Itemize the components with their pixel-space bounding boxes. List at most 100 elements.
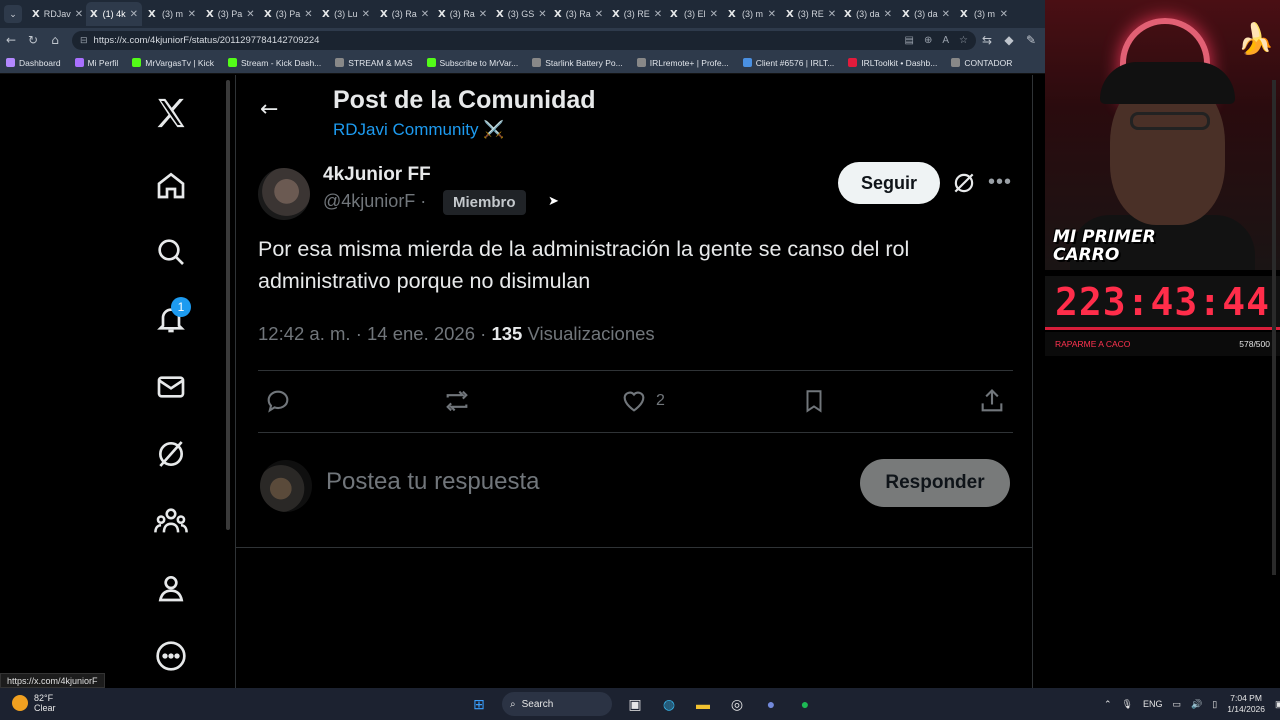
browser-tab[interactable]: X (3) Pa ✕ (260, 2, 316, 26)
obs-icon[interactable]: ◎ (726, 693, 748, 715)
grok-nav-icon[interactable] (151, 434, 191, 474)
browser-tab[interactable]: X RDJav ✕ (28, 2, 84, 26)
my-avatar[interactable] (260, 460, 312, 512)
x-logo-icon[interactable] (151, 93, 191, 133)
search-nav-icon[interactable] (151, 232, 191, 272)
bookmark-item[interactable]: STREAM & MAS (335, 58, 413, 68)
more-options-icon[interactable]: ••• (988, 171, 1012, 194)
right-scrollbar[interactable] (1272, 80, 1276, 575)
weather-widget[interactable]: 82°F Clear (12, 693, 56, 713)
communities-nav-icon[interactable] (151, 501, 191, 541)
windows-start-icon[interactable]: ⊞ (468, 693, 490, 715)
address-bar[interactable]: ⊟ https://x.com/4kjuniorF/status/2011297… (72, 30, 976, 50)
bookmark-item[interactable]: IRLToolkit • Dashb... (848, 58, 937, 68)
back-arrow-icon[interactable]: ← (260, 97, 278, 122)
close-tab-icon[interactable]: ✕ (75, 9, 83, 20)
network-icon[interactable]: ▭ (1173, 699, 1182, 710)
author-name[interactable]: 4kJunior FF (323, 164, 431, 186)
bookmark-item[interactable]: Starlink Battery Po... (532, 58, 623, 68)
home-nav-icon[interactable] (151, 165, 191, 205)
edit-icon[interactable]: ✎ (1020, 33, 1042, 47)
bookmark-item[interactable]: Dashboard (6, 58, 61, 68)
close-tab-icon[interactable]: ✕ (768, 9, 776, 20)
share-action[interactable] (978, 387, 1006, 415)
follow-button[interactable]: Seguir (838, 162, 940, 204)
wallet-icon[interactable]: ◆ (998, 33, 1020, 47)
browser-tab[interactable]: X (3) GS ✕ (492, 2, 548, 26)
close-tab-icon[interactable]: ✕ (246, 9, 254, 20)
browser-tab[interactable]: X (3) Pa ✕ (202, 2, 258, 26)
repost-action[interactable] (442, 387, 472, 415)
clock[interactable]: 7:04 PM 1/14/2026 (1227, 693, 1265, 715)
close-tab-icon[interactable]: ✕ (304, 9, 312, 20)
task-view-icon[interactable]: ▣ (624, 693, 646, 715)
spotify-icon[interactable]: ● (794, 693, 816, 715)
taskbar-search[interactable]: ⌕ Search (502, 692, 612, 716)
edge-browser-icon[interactable]: ◍ (658, 693, 680, 715)
close-tab-icon[interactable]: ✕ (884, 9, 892, 20)
battery-icon[interactable]: ▯ (1212, 699, 1217, 710)
notification-center-icon[interactable]: ▣ (1275, 699, 1280, 710)
close-tab-icon[interactable]: ✕ (130, 9, 138, 20)
close-tab-icon[interactable]: ✕ (479, 9, 487, 20)
browser-tab[interactable]: X (3) Ra ✕ (434, 2, 490, 26)
browser-tab[interactable]: X (3) da ✕ (840, 2, 896, 26)
browser-tab[interactable]: X (3) Ra ✕ (376, 2, 432, 26)
author-avatar[interactable] (258, 168, 310, 220)
post-timestamp[interactable]: 12:42 a. m. · 14 ene. 2026 · (258, 323, 491, 344)
bookmark-item[interactable]: Stream - Kick Dash... (227, 58, 321, 68)
grok-icon[interactable] (951, 170, 977, 201)
reply-action[interactable] (264, 387, 292, 415)
extensions-icon[interactable]: ⇆ (976, 33, 998, 47)
close-tab-icon[interactable]: ✕ (654, 9, 662, 20)
browser-tab[interactable]: X (3) da ✕ (898, 2, 954, 26)
reload-icon[interactable]: ↻ (22, 33, 44, 47)
browser-tab[interactable]: X (3) El ✕ (666, 2, 722, 26)
volume-icon[interactable]: 🔊 (1191, 699, 1202, 710)
browser-tab[interactable]: X (3) RE ✕ (782, 2, 838, 26)
zoom-icon[interactable]: ⊕ (924, 35, 932, 46)
bookmark-item[interactable]: MrVargasTv | Kick (132, 58, 214, 68)
bookmark-item[interactable]: Subscribe to MrVar... (426, 58, 518, 68)
browser-tab[interactable]: X (1) 4k ✕ (86, 2, 142, 26)
mic-icon[interactable]: 🎙 (1122, 699, 1133, 710)
browser-tab[interactable]: X (3) m ✕ (956, 2, 1012, 26)
close-tab-icon[interactable]: ✕ (362, 9, 370, 20)
messages-nav-icon[interactable] (151, 367, 191, 407)
bookmark-action[interactable] (801, 387, 827, 415)
browser-tab[interactable]: X (3) RE ✕ (608, 2, 664, 26)
close-tab-icon[interactable]: ✕ (538, 9, 546, 20)
discord-icon[interactable]: ● (760, 693, 782, 715)
bookmark-item[interactable]: Mi Perfil (74, 58, 118, 68)
browser-tab[interactable]: X (3) Lu ✕ (318, 2, 374, 26)
close-tab-icon[interactable]: ✕ (595, 9, 603, 20)
close-tab-icon[interactable]: ✕ (421, 9, 429, 20)
read-aloud-icon[interactable]: A (942, 35, 949, 46)
language-indicator[interactable]: ENG (1143, 699, 1163, 709)
favorite-star-icon[interactable]: ☆ (959, 35, 968, 46)
notifications-nav-icon[interactable]: 1 (151, 297, 191, 339)
bookmark-item[interactable]: IRLremote+ | Profe... (636, 58, 729, 68)
bookmark-item[interactable]: CONTADOR (951, 58, 1012, 68)
tray-overflow-icon[interactable]: ⌃ (1104, 699, 1112, 710)
like-action[interactable]: 2 (620, 387, 665, 415)
left-scrollbar[interactable] (226, 80, 230, 530)
close-tab-icon[interactable]: ✕ (188, 9, 196, 20)
community-link[interactable]: RDJavi Community ⚔️ (333, 120, 504, 140)
browser-tab[interactable]: X (3) Ra ✕ (550, 2, 606, 26)
tab-menu-button[interactable]: ⌄ (4, 5, 22, 23)
more-nav-icon[interactable] (151, 636, 191, 676)
bookmark-item[interactable]: Client #6576 | IRLT... (742, 58, 834, 68)
back-nav-icon[interactable]: ← (0, 33, 22, 47)
file-explorer-icon[interactable]: ▬ (692, 693, 714, 715)
reader-icon[interactable]: ▤ (905, 35, 914, 46)
close-tab-icon[interactable]: ✕ (942, 9, 950, 20)
close-tab-icon[interactable]: ✕ (1000, 9, 1008, 20)
author-handle[interactable]: @4kjuniorF · (323, 191, 426, 212)
browser-tab[interactable]: X (3) m ✕ (144, 2, 200, 26)
reply-input[interactable]: Postea tu respuesta (326, 468, 539, 496)
browser-tab[interactable]: X (3) m ✕ (724, 2, 780, 26)
home-icon[interactable]: ⌂ (44, 33, 66, 47)
profile-nav-icon[interactable] (151, 568, 191, 608)
close-tab-icon[interactable]: ✕ (710, 9, 718, 20)
